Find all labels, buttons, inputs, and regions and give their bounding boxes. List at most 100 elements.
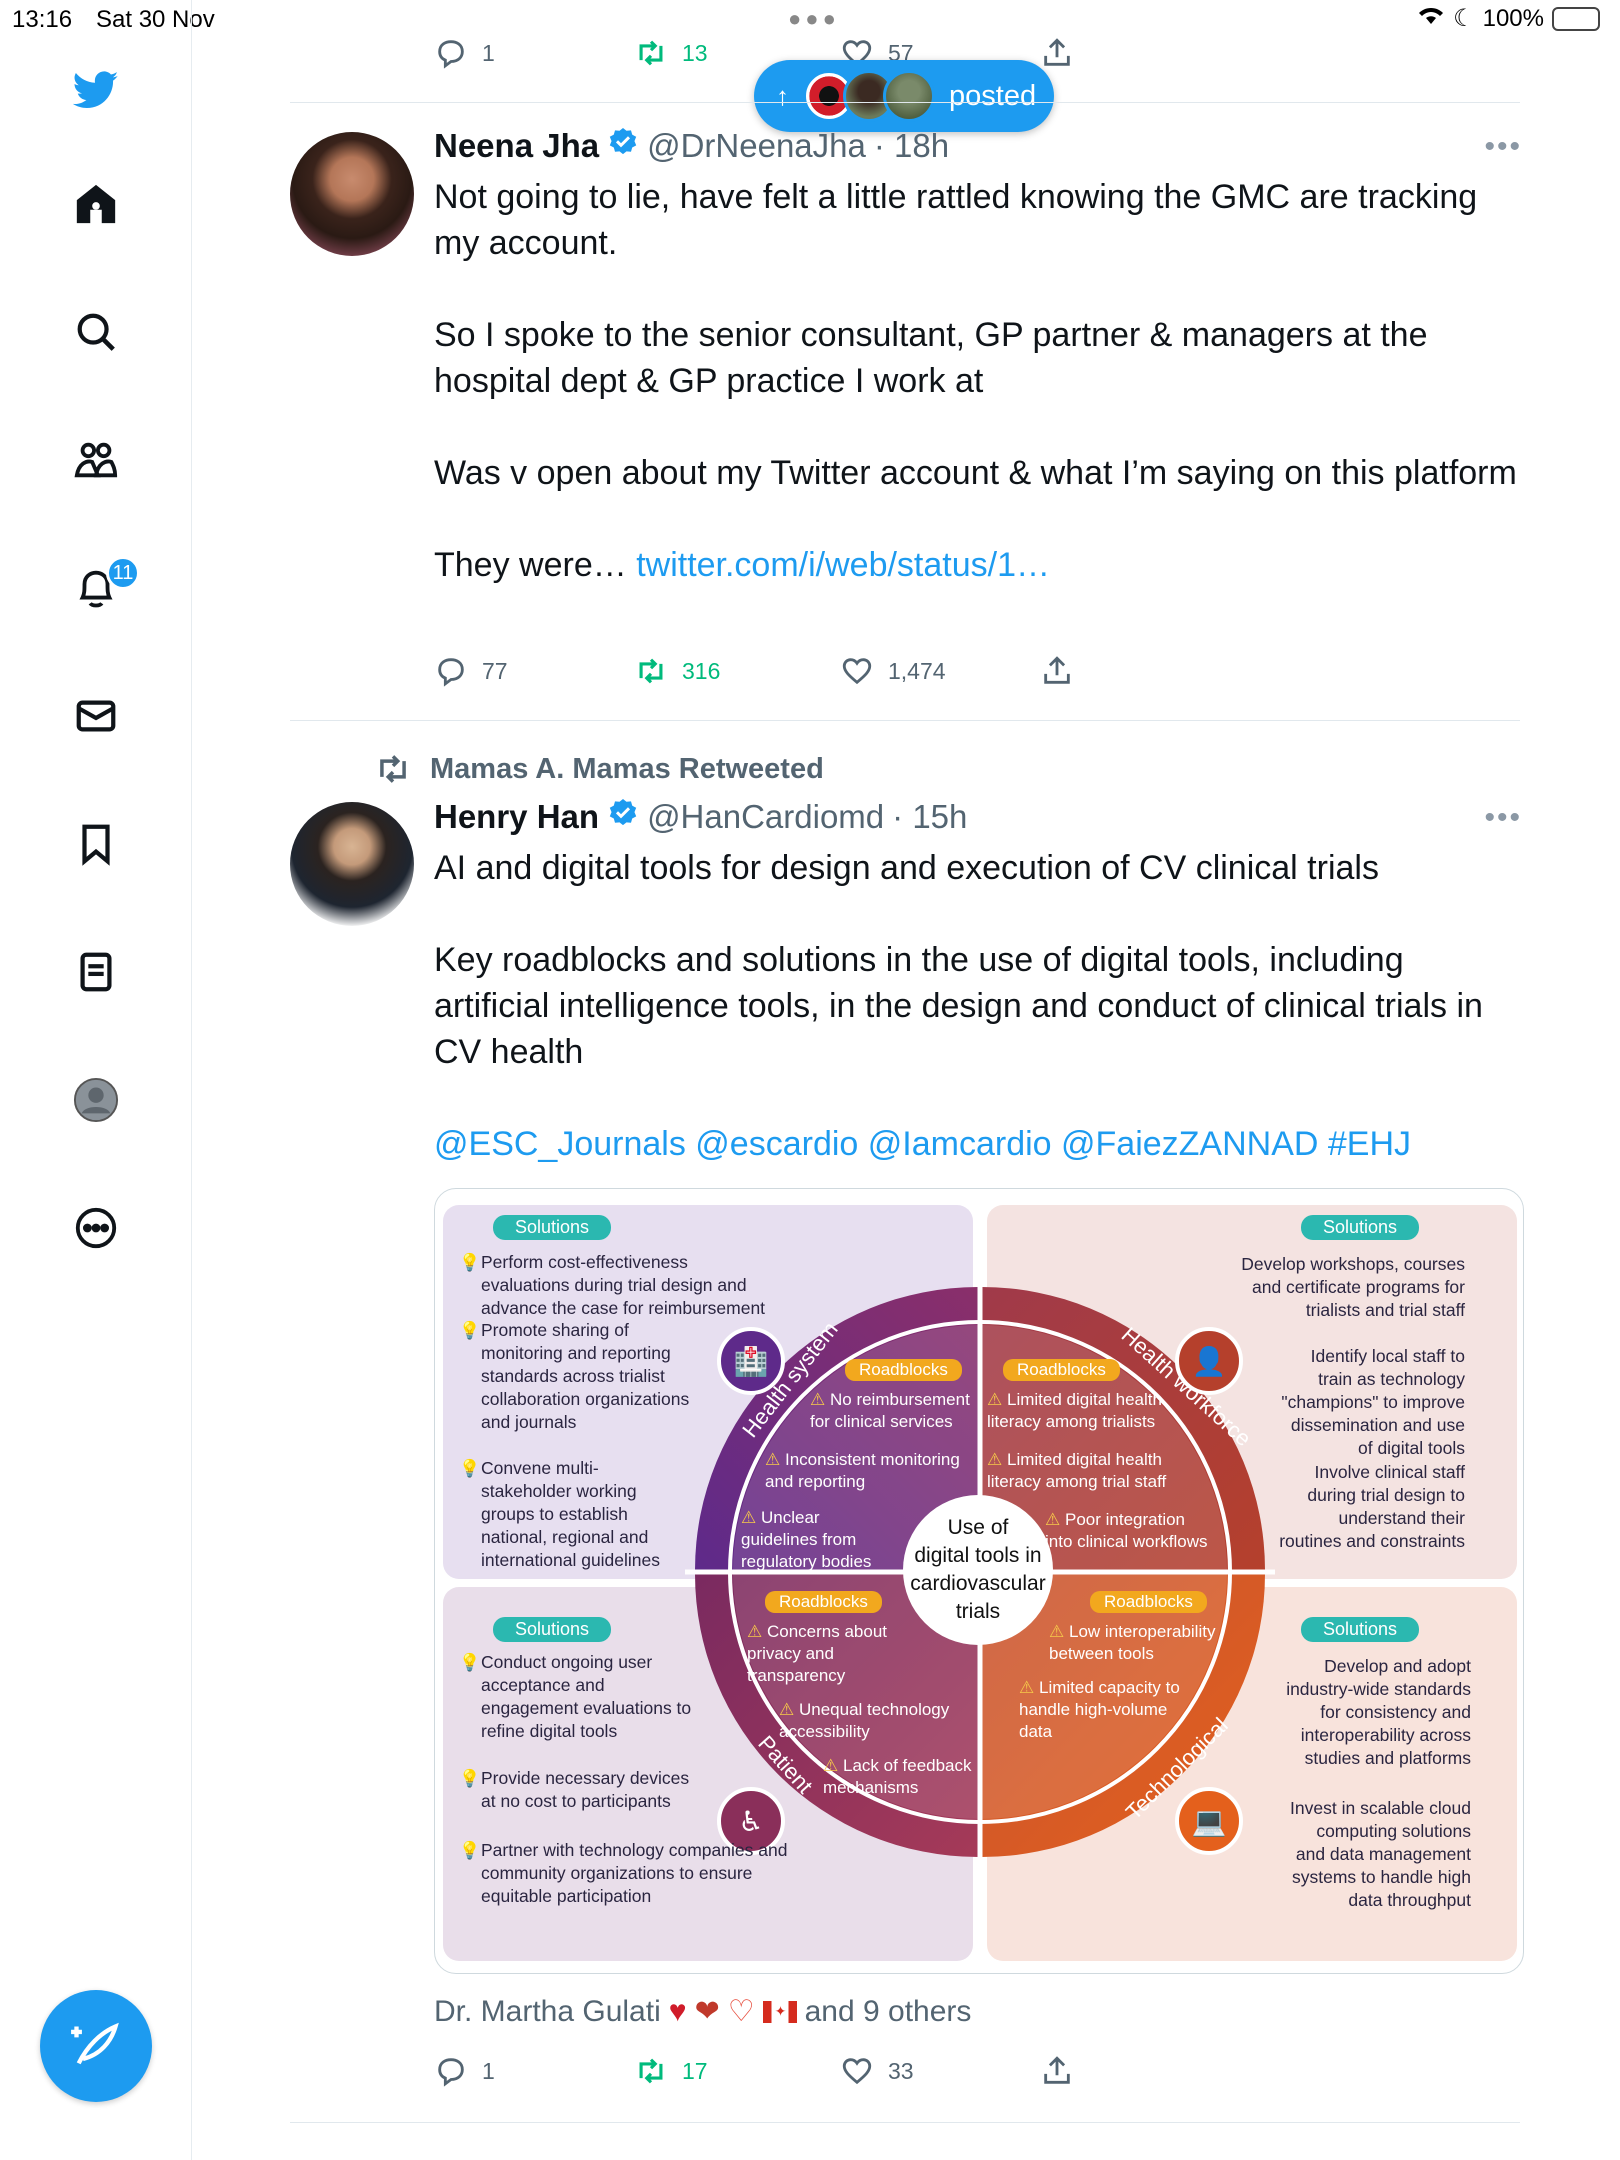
bookmarks-icon[interactable] [66, 814, 126, 874]
mending-heart-icon: ♡ [727, 1995, 755, 2028]
solution-item: 💡 Convene multi-stakeholder working group… [459, 1458, 661, 1570]
tweet-link[interactable]: twitter.com/i/web/status/1… [636, 546, 1050, 584]
computer-icon: 💻 [1175, 1787, 1243, 1855]
verified-badge-icon [607, 797, 639, 837]
lists-icon[interactable] [66, 942, 126, 1002]
messages-icon[interactable] [66, 686, 126, 746]
share-button[interactable] [1040, 36, 1074, 70]
roadblocks-tag: Roadblocks [765, 1591, 882, 1613]
reply-button[interactable]: 1 [434, 2054, 634, 2088]
retweet-context[interactable]: Mamas A. Mamas Retweeted [374, 750, 824, 788]
new-posts-label: posted [949, 79, 1037, 112]
solution-item: 💡 Perform cost-effectiveness evaluations … [459, 1252, 766, 1318]
arrow-up-icon: ↑ [776, 80, 789, 111]
tweet-header: Neena Jha @DrNeenaJha · 18h [434, 126, 949, 166]
tweet-image-infographic[interactable]: Health system Health workforce Patient T… [434, 1188, 1524, 1974]
avatar[interactable] [290, 802, 414, 926]
more-options-icon[interactable]: ••• [1484, 130, 1522, 164]
roadblock-item: ⚠ No reimbursement for clinical services [810, 1390, 970, 1431]
solution-item: 💡 Promote sharing of monitoring and repor… [459, 1320, 690, 1432]
tweet-text: Not going to lie, have felt a little rat… [434, 174, 1524, 588]
hospital-icon: 🏥 [717, 1327, 785, 1395]
tweet-text: AI and digital tools for design and exec… [434, 845, 1524, 1167]
more-icon[interactable] [66, 1198, 126, 1258]
roadblock-item: ⚠ Limited digital health literacy among … [987, 1390, 1162, 1431]
solution-item: 💡 Conduct ongoing user acceptance and eng… [459, 1652, 692, 1741]
author-name[interactable]: Henry Han [434, 798, 599, 836]
share-button[interactable] [1040, 654, 1074, 688]
more-options-icon[interactable]: ••• [1484, 801, 1522, 835]
roadblock-item: ⚠ Lack of feedback mechanisms [823, 1756, 972, 1797]
author-name[interactable]: Neena Jha [434, 127, 599, 165]
solution-item: Develop and adopt industry-wide standard… [1286, 1656, 1471, 1768]
liked-by-line[interactable]: Dr. Martha Gulati ♥ ❤ ♡ ✦ and 9 others [434, 1994, 971, 2029]
tweet-paragraph-last: They were… twitter.com/i/web/status/1… [434, 546, 1050, 584]
roadblock-item: ⚠ Limited capacity to handle high-volume… [1019, 1678, 1180, 1741]
solutions-tag: Solutions [1301, 1215, 1420, 1240]
tweet-time[interactable]: · 18h [874, 127, 949, 165]
solutions-tag: Solutions [493, 1215, 612, 1240]
solution-item: 💡 Provide necessary devices at no cost to… [459, 1768, 690, 1811]
home-icon[interactable] [66, 174, 126, 234]
tweet-time[interactable]: · 15h [892, 798, 967, 836]
tweet-mentions[interactable]: @ESC_Journals @escardio @Iamcardio @Faie… [434, 1121, 1524, 1167]
tweet-header: Henry Han @HanCardiomd · 15h [434, 797, 967, 837]
verified-badge-icon [607, 126, 639, 166]
pill-avatars [803, 70, 935, 122]
profile-avatar-icon[interactable] [66, 1070, 126, 1130]
red-heart-icon: ♥ [668, 1994, 687, 2028]
tweet-paragraph: Key roadblocks and solutions in the use … [434, 941, 1483, 1071]
tweet-paragraph: Was v open about my Twitter account & wh… [434, 454, 1517, 492]
avatar[interactable] [290, 132, 414, 256]
sidebar: 11 [0, 0, 192, 2160]
roadblock-item: ⚠ Unequal technology accessibility [779, 1700, 950, 1741]
solutions-tag: Solutions [1301, 1617, 1420, 1642]
author-handle[interactable]: @HanCardiomd [647, 798, 884, 836]
retweet-button[interactable]: 17 [634, 2054, 840, 2088]
tweet-actions: 77 316 1,474 [434, 654, 1074, 688]
timeline: 1 13 57 ↑ posted Neena Jha @DrNeenaJha ·… [192, 0, 1620, 2160]
solution-item: Invest in scalable cloud computing solut… [1290, 1798, 1471, 1910]
new-posts-pill[interactable]: ↑ posted [754, 60, 1054, 132]
twitter-logo-icon[interactable] [66, 60, 126, 120]
solutions-tag: Solutions [493, 1617, 612, 1642]
liked-others: and 9 others [804, 1994, 972, 2028]
roadblock-item: ⚠ Low interoperability between tools [1049, 1622, 1216, 1663]
doctor-icon: 👤 [1175, 1327, 1243, 1395]
roadblock-item: ⚠ Limited digital health literacy among … [987, 1450, 1167, 1491]
retweet-button[interactable]: 316 [634, 654, 840, 688]
infographic-center-title: Use of digital tools in cardiovascular t… [903, 1495, 1053, 1645]
solution-item: Develop workshops, courses and certifica… [1241, 1254, 1465, 1320]
author-handle[interactable]: @DrNeenaJha [647, 127, 866, 165]
retweet-icon [380, 755, 406, 783]
roadblocks-tag: Roadblocks [1090, 1591, 1207, 1613]
solution-item: Involve clinical staff during trial desi… [1279, 1462, 1465, 1551]
tweet-divider [290, 720, 1520, 721]
tweet-paragraph: AI and digital tools for design and exec… [434, 849, 1379, 887]
roadblock-item: ⚠ Inconsistent monitoring and reporting [765, 1450, 960, 1491]
like-button[interactable]: 1,474 [840, 654, 1040, 688]
pill-avatar [883, 70, 935, 122]
tweet-divider [290, 2122, 1520, 2123]
roadblocks-tag: Roadblocks [1003, 1359, 1120, 1381]
share-button[interactable] [1040, 2054, 1074, 2088]
liked-by-name: Dr. Martha Gulati [434, 1994, 661, 2028]
retweet-context-label: Mamas A. Mamas Retweeted [430, 752, 824, 785]
canada-flag-icon: ✦ [762, 2000, 797, 2023]
roadblocks-tag: Roadblocks [845, 1359, 962, 1381]
reply-button[interactable]: 77 [434, 654, 634, 688]
reply-button[interactable]: 1 [434, 36, 634, 70]
communities-icon[interactable] [66, 430, 126, 490]
search-icon[interactable] [66, 302, 126, 362]
anatomical-heart-icon: ❤ [694, 1995, 720, 2028]
tweet-paragraph: So I spoke to the senior consultant, GP … [434, 316, 1428, 400]
compose-tweet-button[interactable] [40, 1990, 152, 2102]
roadblock-item: ⚠ Unclear guidelines from regulatory bod… [741, 1508, 872, 1571]
notifications-icon[interactable]: 11 [66, 556, 140, 618]
notifications-badge: 11 [106, 556, 140, 590]
tweet-paragraph: Not going to lie, have felt a little rat… [434, 178, 1478, 262]
solution-item: Identify local staff to train as technol… [1281, 1346, 1465, 1458]
like-button[interactable]: 33 [840, 2054, 1040, 2088]
roadblock-item: ⚠ Concerns about privacy and transparenc… [747, 1622, 888, 1685]
roadblock-item: ⚠ Poor integration into clinical workflo… [1045, 1510, 1208, 1551]
